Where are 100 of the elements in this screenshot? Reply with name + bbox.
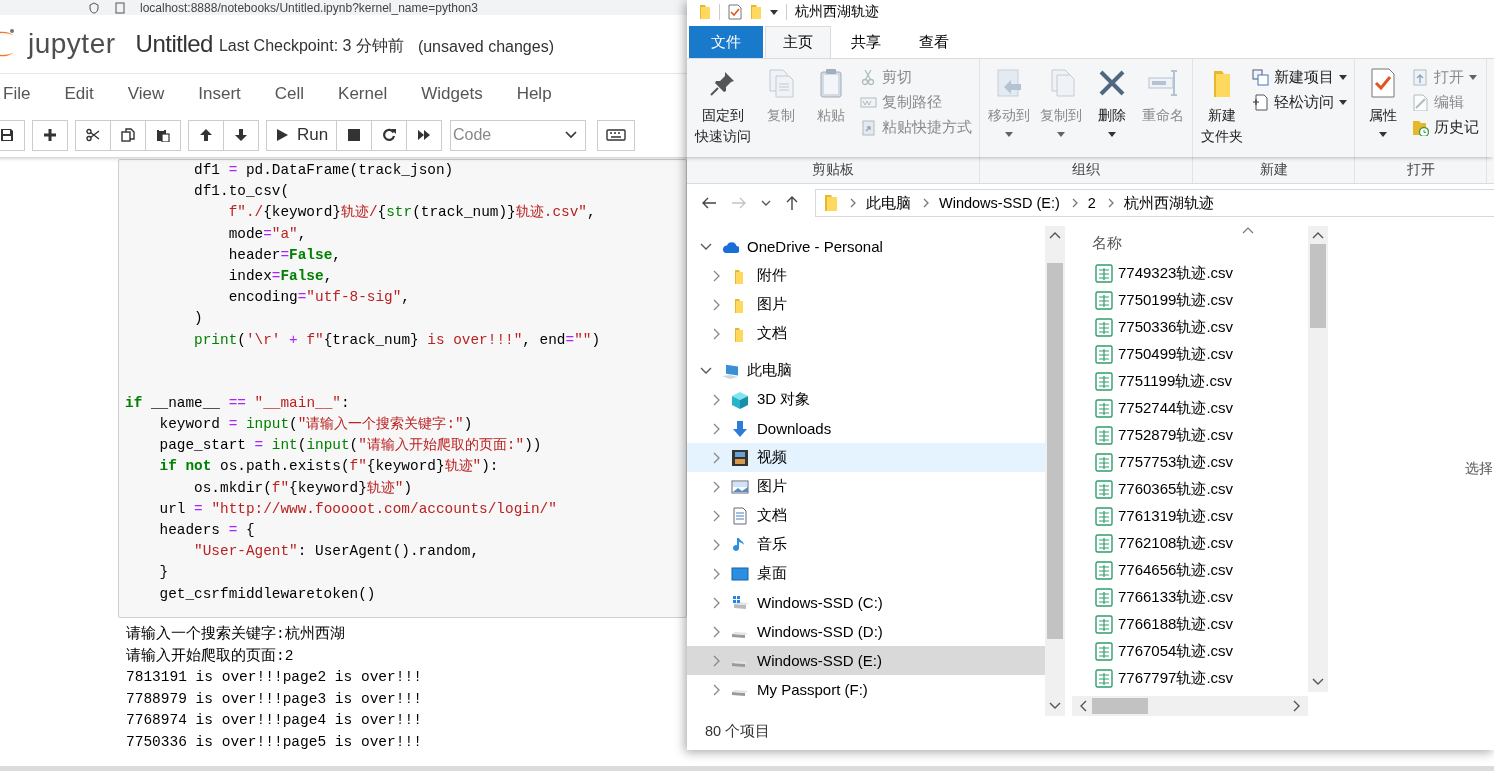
menu-item[interactable]: File [3, 83, 31, 104]
paste-button[interactable] [145, 119, 181, 151]
vertical-scrollbar[interactable] [1308, 226, 1328, 692]
tree-item[interactable]: 文档 [687, 501, 1045, 530]
caret-icon[interactable] [770, 9, 778, 15]
move-down-button[interactable] [223, 119, 259, 151]
scrollbar-thumb[interactable] [1047, 263, 1063, 639]
file-name[interactable]: 7750336轨迹.csv [1118, 318, 1234, 337]
cell-type-dropdown[interactable]: Code [450, 119, 586, 151]
ribbon-button[interactable]: 轻松访问 [1249, 92, 1350, 113]
fast-forward-button[interactable] [406, 119, 442, 151]
ribbon-button[interactable]: 删除 [1088, 65, 1136, 139]
notebook-title[interactable]: Untitled [135, 30, 213, 58]
spreadsheet-icon [1095, 561, 1113, 580]
file-name[interactable]: 7761319轨迹.csv [1118, 507, 1234, 526]
ribbon-button[interactable]: 属性 [1359, 65, 1407, 139]
copy-button[interactable] [110, 119, 146, 151]
ribbon-button[interactable]: 固定到 快速访问 [691, 65, 755, 149]
menu-item[interactable]: Insert [198, 83, 241, 104]
file-name[interactable]: 7752879轨迹.csv [1118, 426, 1234, 445]
file-name[interactable]: 7760365轨迹.csv [1118, 480, 1234, 499]
file-name[interactable]: 7750199轨迹.csv [1118, 291, 1234, 310]
stop-button[interactable] [336, 119, 372, 151]
ribbon-tab[interactable]: 主页 [765, 26, 831, 58]
tree-item[interactable]: OneDrive - Personal [687, 232, 1045, 261]
tree-item[interactable]: Windows-SSD (C:) [687, 588, 1045, 617]
easy-access-icon [1252, 94, 1269, 111]
tree-item[interactable]: 视频 [687, 443, 1045, 472]
tree-item[interactable]: 附件 [687, 261, 1045, 290]
menu-item[interactable]: Widgets [421, 83, 483, 104]
ribbon-tab[interactable]: 共享 [833, 26, 899, 58]
file-name[interactable]: 7752744轨迹.csv [1118, 399, 1234, 418]
keyboard-icon [606, 129, 626, 141]
chevron-down-icon[interactable] [761, 200, 771, 206]
vertical-scrollbar[interactable] [1045, 226, 1065, 716]
code-line: url = "http://www.fooooot.com/accounts/login/" [158, 499, 558, 519]
file-name[interactable]: 7767054轨迹.csv [1118, 642, 1234, 661]
scroll-up-icon[interactable] [1049, 232, 1061, 240]
code-line: if __name__ == "__main__": [125, 393, 351, 413]
scroll-left-icon[interactable] [1080, 700, 1088, 712]
file-name[interactable]: 7762108轨迹.csv [1118, 534, 1234, 553]
move-up-button[interactable] [188, 119, 224, 151]
scroll-down-icon[interactable] [1049, 702, 1061, 710]
back-arrow-icon[interactable] [701, 196, 717, 210]
scrollbar-thumb[interactable] [1092, 698, 1148, 714]
file-name[interactable]: 7766188轨迹.csv [1118, 615, 1234, 634]
tree-item[interactable]: 3D 对象 [687, 385, 1045, 414]
code-cell[interactable] [118, 159, 687, 618]
horizontal-scrollbar[interactable] [1072, 696, 1308, 716]
breadcrumb-item[interactable]: 2 [1087, 195, 1096, 211]
code-line: keyword = input("请输入一个搜索关键字:") [158, 415, 474, 435]
scroll-up-icon[interactable] [1312, 232, 1324, 240]
file-name[interactable]: 7751199轨迹.csv [1118, 372, 1232, 391]
menu-item[interactable]: Kernel [338, 83, 388, 104]
scroll-right-icon[interactable] [1292, 700, 1300, 712]
code-line: ) [193, 309, 204, 329]
menu-item[interactable]: View [127, 83, 165, 104]
caret-icon [1057, 132, 1065, 137]
tree-item[interactable]: 图片 [687, 472, 1045, 501]
ribbon-button[interactable]: 新建项目 [1249, 67, 1350, 88]
file-name[interactable]: 7750499轨迹.csv [1118, 345, 1234, 364]
file-name[interactable]: 7749323轨迹.csv [1118, 264, 1234, 283]
file-name[interactable]: 7757753轨迹.csv [1118, 453, 1234, 472]
code-line: index=False, [227, 267, 334, 286]
tree-item[interactable]: Windows-SSD (D:) [687, 617, 1045, 646]
menu-item[interactable]: Cell [274, 83, 305, 104]
ribbon-tab[interactable]: 查看 [901, 26, 967, 58]
file-menu-button[interactable]: 文件 [689, 26, 763, 58]
tree-item[interactable]: My Passport (F:) [687, 675, 1045, 704]
scrollbar-thumb[interactable] [1310, 244, 1326, 328]
tree-item[interactable]: 文档 [687, 319, 1045, 348]
address-bar[interactable]: 此电脑 Windows-SSD (E:) 2 杭州西湖轨迹 [815, 189, 1494, 217]
column-header[interactable]: 名称 [1092, 233, 1122, 253]
cut-button[interactable] [75, 119, 111, 151]
run-button[interactable]: Run [266, 119, 337, 151]
breadcrumb-item[interactable]: 此电脑 [866, 193, 911, 213]
tree-item[interactable]: 音乐 [687, 530, 1045, 559]
code-line: f"./{keyword}轨迹/{str(track_num)}轨迹.csv", [227, 203, 597, 223]
tree-item[interactable]: Downloads [687, 414, 1045, 443]
ribbon-button[interactable]: 历史记 [1409, 117, 1482, 138]
up-arrow-icon[interactable] [785, 195, 799, 211]
breadcrumb-item[interactable]: Windows-SSD (E:) [939, 195, 1060, 211]
tree-item[interactable]: 此电脑 [687, 356, 1045, 385]
spreadsheet-icon [1095, 642, 1113, 661]
keyboard-button[interactable] [597, 119, 635, 151]
file-name[interactable]: 7766133轨迹.csv [1118, 588, 1234, 607]
save-button[interactable] [0, 119, 25, 151]
copy-path-icon [860, 94, 877, 111]
tree-item[interactable]: Windows-SSD (E:) [687, 646, 1045, 675]
file-name[interactable]: 7767797轨迹.csv [1118, 669, 1234, 688]
menu-item[interactable]: Help [516, 83, 552, 104]
tree-item[interactable]: 图片 [687, 290, 1045, 319]
breadcrumb-item[interactable]: 杭州西湖轨迹 [1123, 193, 1214, 213]
file-name[interactable]: 7764656轨迹.csv [1118, 561, 1234, 580]
ribbon-button[interactable]: 新建 文件夹 [1197, 65, 1247, 149]
menu-item[interactable]: Edit [64, 83, 94, 104]
restart-button[interactable] [371, 119, 407, 151]
tree-item[interactable]: 桌面 [687, 559, 1045, 588]
scroll-down-icon[interactable] [1312, 678, 1324, 686]
add-cell-button[interactable] [32, 119, 68, 151]
